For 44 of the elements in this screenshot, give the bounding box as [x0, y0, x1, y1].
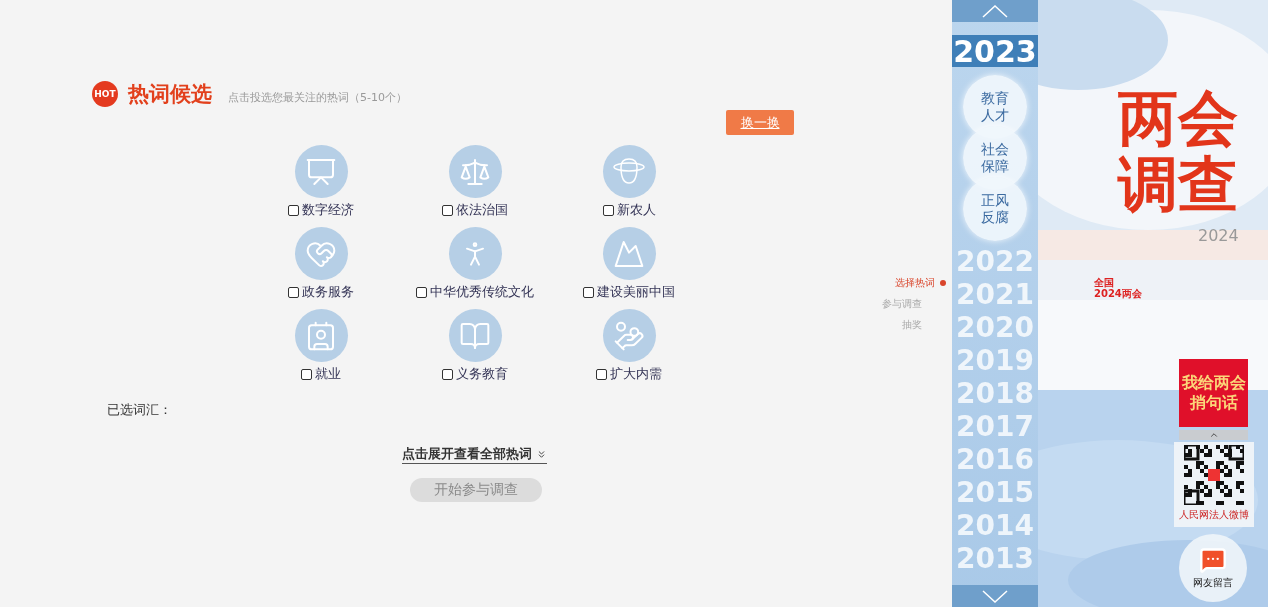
- keyword-option[interactable]: 依法治国: [442, 201, 508, 219]
- checkbox[interactable]: [596, 368, 607, 380]
- hand-money-icon: [613, 319, 645, 352]
- checkbox[interactable]: [602, 204, 614, 216]
- chevron-up-icon: [982, 4, 1008, 18]
- chevron-down-icon: [982, 589, 1008, 603]
- banner-year: 2024: [1198, 226, 1239, 245]
- keyword-option[interactable]: 中华优秀传统文化: [416, 283, 534, 301]
- hint-text: 点击投选您最关注的热词（5-10个）: [228, 89, 407, 105]
- checkbox[interactable]: [583, 286, 594, 298]
- checkbox[interactable]: [288, 286, 299, 298]
- step-link[interactable]: 抽奖: [902, 318, 946, 332]
- active-dot: [940, 280, 946, 286]
- checkbox[interactable]: [442, 204, 453, 216]
- checkbox[interactable]: [288, 204, 299, 216]
- keyword-option[interactable]: 政务服务: [288, 283, 354, 301]
- qr-caption: 人民网法人微博: [1179, 508, 1249, 522]
- hot-badge: HOT: [92, 81, 118, 107]
- chat-icon: [1199, 546, 1227, 574]
- banner-title: 两会调查: [1118, 85, 1238, 217]
- year-tab[interactable]: 2023: [952, 35, 1038, 67]
- checkbox[interactable]: [442, 368, 453, 380]
- chevrons-down-icon: [536, 448, 547, 460]
- qr-code-icon: [1184, 445, 1244, 505]
- event-logo: 全国 2024两会: [1094, 277, 1142, 299]
- hat-icon: [612, 156, 646, 187]
- checkbox[interactable]: [416, 286, 427, 298]
- keyword-option[interactable]: 就业: [301, 365, 341, 383]
- badge-icon: [305, 319, 337, 352]
- selected-words-label: 已选词汇：: [107, 401, 173, 419]
- keyword-option[interactable]: 新农人: [602, 201, 656, 219]
- refresh-button[interactable]: 换一换: [726, 110, 794, 135]
- section-title: 热词候选: [128, 80, 212, 108]
- checkbox[interactable]: [301, 368, 312, 380]
- step-link[interactable]: 参与调查: [882, 297, 946, 311]
- keyword-option[interactable]: 扩大内需: [596, 365, 662, 383]
- keyword-option[interactable]: 建设美丽中国: [583, 283, 675, 301]
- keyword-option[interactable]: 数字经济: [288, 201, 354, 219]
- keyword-option[interactable]: 义务教育: [442, 365, 508, 383]
- expand-link[interactable]: 点击展开查看全部热词: [402, 445, 547, 464]
- promo-card[interactable]: 我给两会捎句话: [1179, 359, 1248, 427]
- chevron-up-icon: [1208, 430, 1219, 440]
- topic-bubble[interactable]: 正风反腐: [963, 177, 1027, 241]
- step-link[interactable]: 选择热词: [895, 276, 946, 290]
